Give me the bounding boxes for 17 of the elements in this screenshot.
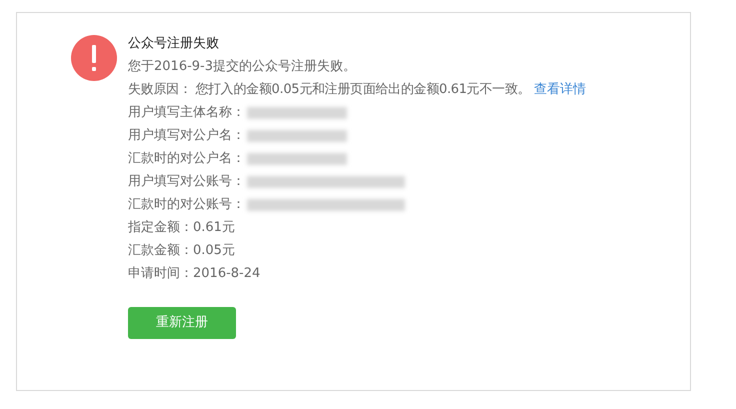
field-label: 用户填写对公户名： [128,127,245,145]
notice-title: 公众号注册失败 [128,35,220,53]
field-label: 汇款时的对公户名： [128,150,245,168]
details-link[interactable]: 查看详情 [534,78,586,101]
field-value: 0.05元 [193,242,235,260]
field-value: 2016-8-24 [193,265,260,283]
failure-reason: 失败原因： 您打入的金额0.05元和注册页面给出的金额0.61元不一致。 [128,81,530,99]
field-label: 汇款时的对公账号： [128,196,245,214]
field-value: 0.61元 [193,219,235,237]
exclamation-icon [71,35,117,81]
field-label: 用户填写主体名称： [128,104,245,122]
field-label: 申请时间： [128,265,193,283]
field-label: 汇款金额： [128,242,193,260]
reregister-button[interactable]: 重新注册 [128,307,236,339]
field-label: 指定金额： [128,219,193,237]
field-label: 用户填写对公账号： [128,173,245,191]
notice-summary: 您于2016-9-3提交的公众号注册失败。 [128,58,358,76]
